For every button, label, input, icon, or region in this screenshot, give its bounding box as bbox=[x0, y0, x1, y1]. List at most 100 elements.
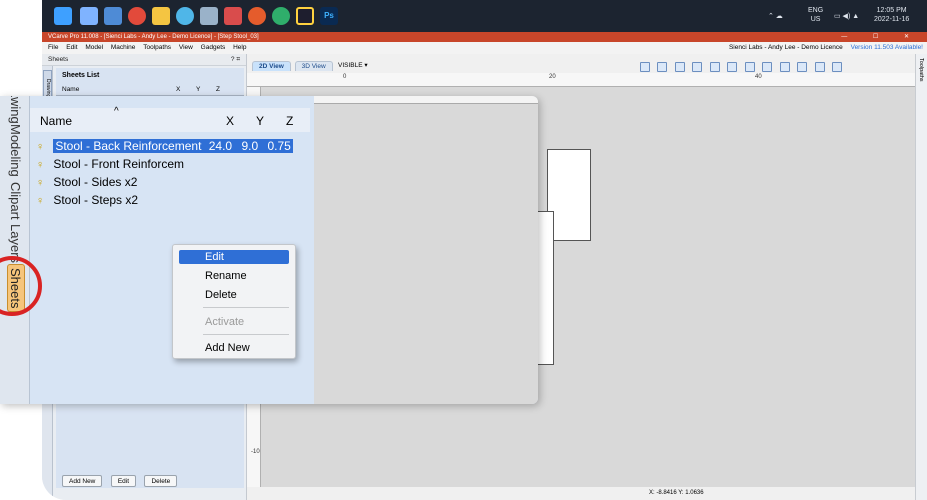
title-bar: VCarve Pro 11.008 - [Sienci Labs - Andy … bbox=[42, 32, 927, 42]
add-new-button[interactable]: Add New bbox=[62, 475, 103, 487]
sheet-shapes bbox=[314, 96, 538, 404]
menu-separator bbox=[203, 307, 289, 308]
col-name[interactable]: Name bbox=[62, 86, 79, 93]
menu-item-activate: Activate bbox=[205, 316, 245, 328]
licence-info: Sienci Labs - Andy Lee - Demo Licence Ve… bbox=[729, 42, 923, 54]
toolpaths-label: Toolpaths bbox=[918, 58, 924, 82]
menu-item-delete[interactable]: Delete bbox=[205, 288, 237, 302]
menu-bar: File Edit Model Machine Toolpaths View G… bbox=[42, 42, 927, 54]
context-menu: Edit Rename Delete Activate Add New bbox=[172, 244, 296, 359]
clock-time: 12:05 PM bbox=[876, 7, 907, 14]
side-tabs-zoomed: Drawing Modeling Clipart Layers Sheets bbox=[0, 96, 30, 404]
tab-clipart[interactable]: Clipart bbox=[6, 182, 24, 220]
move-icon[interactable] bbox=[692, 62, 703, 72]
calculator-icon[interactable] bbox=[104, 7, 122, 25]
col-y[interactable]: Y bbox=[196, 84, 200, 96]
panel-controls[interactable]: ? ⌗ bbox=[231, 54, 240, 66]
menu-view[interactable]: View bbox=[179, 44, 193, 51]
photoshop-icon[interactable]: Ps bbox=[320, 7, 338, 25]
menu-toolpaths[interactable]: Toolpaths bbox=[143, 44, 171, 51]
app-icon[interactable] bbox=[176, 7, 194, 25]
table-row[interactable]: ♀ Stool - Front Reinforcem bbox=[36, 156, 184, 172]
table-icon[interactable] bbox=[814, 62, 825, 72]
lightbulb-icon[interactable]: ♀ bbox=[36, 142, 44, 153]
app-icon[interactable] bbox=[272, 7, 290, 25]
app-icon[interactable] bbox=[248, 7, 266, 25]
sheets-list-header: Name X Y Z bbox=[56, 84, 244, 96]
toolpaths-panel-tab[interactable]: Toolpaths bbox=[915, 54, 927, 500]
pan-icon[interactable] bbox=[762, 62, 773, 72]
lightbulb-icon[interactable]: ♀ bbox=[36, 196, 44, 207]
licence-text: Sienci Labs - Andy Lee - Demo Licence bbox=[728, 44, 843, 51]
ruler-tick-label: 20 bbox=[549, 74, 556, 80]
language-top: ENG bbox=[808, 7, 824, 14]
app-icon[interactable] bbox=[224, 7, 242, 25]
col-z[interactable]: Z bbox=[216, 84, 220, 96]
ruler-tick-label: -10 bbox=[251, 449, 260, 455]
tab-3d-view[interactable]: 3D View bbox=[294, 61, 333, 71]
table-row[interactable]: ♀ Stool - Sides x2 bbox=[36, 174, 137, 190]
menu-item-rename[interactable]: Rename bbox=[205, 269, 247, 283]
tab-drawing[interactable]: Drawing bbox=[6, 96, 24, 124]
view-toolbar bbox=[640, 59, 845, 72]
table-row[interactable]: ♀ Stool - Steps x2 bbox=[36, 192, 138, 208]
language-indicator[interactable]: ENG US bbox=[808, 6, 823, 24]
col-y[interactable]: Y bbox=[256, 114, 264, 128]
zoom-extents-icon[interactable] bbox=[640, 62, 650, 72]
sheet-buttons: Add New Edit Delete bbox=[62, 470, 181, 488]
ruler-horizontal-zoomed bbox=[314, 96, 538, 104]
menu-file[interactable]: File bbox=[48, 44, 58, 51]
col-name[interactable]: Name bbox=[40, 114, 72, 128]
zoomed-callout: Drawing Modeling Clipart Layers Sheets N… bbox=[0, 96, 538, 404]
taskbar: Ps ⌃ ☁ ENG US ▭ ◀) ▲ 12:05 PM 2022-11-16 bbox=[42, 0, 927, 32]
col-x[interactable]: X bbox=[226, 114, 234, 128]
drawing-canvas-zoomed bbox=[314, 96, 538, 404]
ruler-horizontal: 0 20 40 bbox=[247, 73, 915, 87]
clock[interactable]: 12:05 PM 2022-11-16 bbox=[874, 6, 909, 24]
folder-icon[interactable] bbox=[152, 7, 170, 25]
app-icon[interactable] bbox=[80, 7, 98, 25]
layers-icon[interactable] bbox=[797, 62, 808, 72]
edit-button[interactable]: Edit bbox=[110, 475, 137, 487]
ruler-tick-label: 0 bbox=[343, 74, 347, 80]
menu-gadgets[interactable]: Gadgets bbox=[201, 44, 226, 51]
volume-icon[interactable]: ▭ ◀) ▲ bbox=[834, 12, 859, 21]
menu-help[interactable]: Help bbox=[233, 44, 246, 51]
zoom-box-icon[interactable] bbox=[744, 62, 755, 72]
language-bottom: US bbox=[810, 16, 821, 23]
status-bar: X: -8.8416 Y: 1.0636 bbox=[247, 487, 915, 500]
settings-icon[interactable] bbox=[831, 62, 842, 72]
select-icon[interactable] bbox=[779, 62, 790, 72]
lightbulb-icon[interactable]: ♀ bbox=[36, 178, 44, 189]
delete-button[interactable]: Delete bbox=[144, 475, 178, 487]
version-notice[interactable]: Version 11.503 Available! bbox=[851, 44, 923, 51]
tab-2d-view[interactable]: 2D View bbox=[252, 61, 291, 71]
windows-start-icon[interactable] bbox=[54, 7, 72, 25]
sheet-name: Stool - Front Reinforcem bbox=[53, 157, 185, 171]
menu-model[interactable]: Model bbox=[85, 44, 103, 51]
menu-machine[interactable]: Machine bbox=[111, 44, 136, 51]
panel-header: Sheets ? ⌗ bbox=[42, 54, 246, 66]
window-controls[interactable]: — ☐ ✕ bbox=[841, 32, 921, 42]
grid-icon[interactable] bbox=[674, 62, 685, 72]
view-tabs: 2D View 3D View bbox=[252, 61, 335, 71]
zoom-in-icon[interactable] bbox=[709, 62, 720, 72]
menu-edit[interactable]: Edit bbox=[66, 44, 77, 51]
sheet-name: Stool - Back Reinforcement 24.0 9.0 0.75 bbox=[53, 139, 293, 153]
col-x[interactable]: X bbox=[176, 84, 180, 96]
app-icon[interactable] bbox=[296, 7, 314, 25]
lightbulb-icon[interactable]: ♀ bbox=[36, 160, 44, 171]
tab-modeling[interactable]: Modeling bbox=[6, 124, 24, 177]
snap-icon[interactable] bbox=[657, 62, 668, 72]
chrome-icon[interactable] bbox=[128, 7, 146, 25]
app-icon[interactable] bbox=[200, 7, 218, 25]
menu-item-add-new[interactable]: Add New bbox=[205, 341, 250, 355]
network-icon[interactable]: ⌃ ☁ bbox=[768, 12, 783, 21]
window-title: VCarve Pro 11.008 - [Sienci Labs - Andy … bbox=[48, 34, 259, 40]
table-row[interactable]: ♀ Stool - Back Reinforcement 24.0 9.0 0.… bbox=[36, 138, 306, 154]
sort-chevron-icon: ^ bbox=[114, 106, 119, 117]
zoom-out-icon[interactable] bbox=[727, 62, 738, 72]
menu-item-edit[interactable]: Edit bbox=[205, 250, 224, 264]
visible-layers-dropdown[interactable]: VISIBLE ▾ bbox=[338, 61, 368, 71]
col-z[interactable]: Z bbox=[286, 114, 293, 128]
